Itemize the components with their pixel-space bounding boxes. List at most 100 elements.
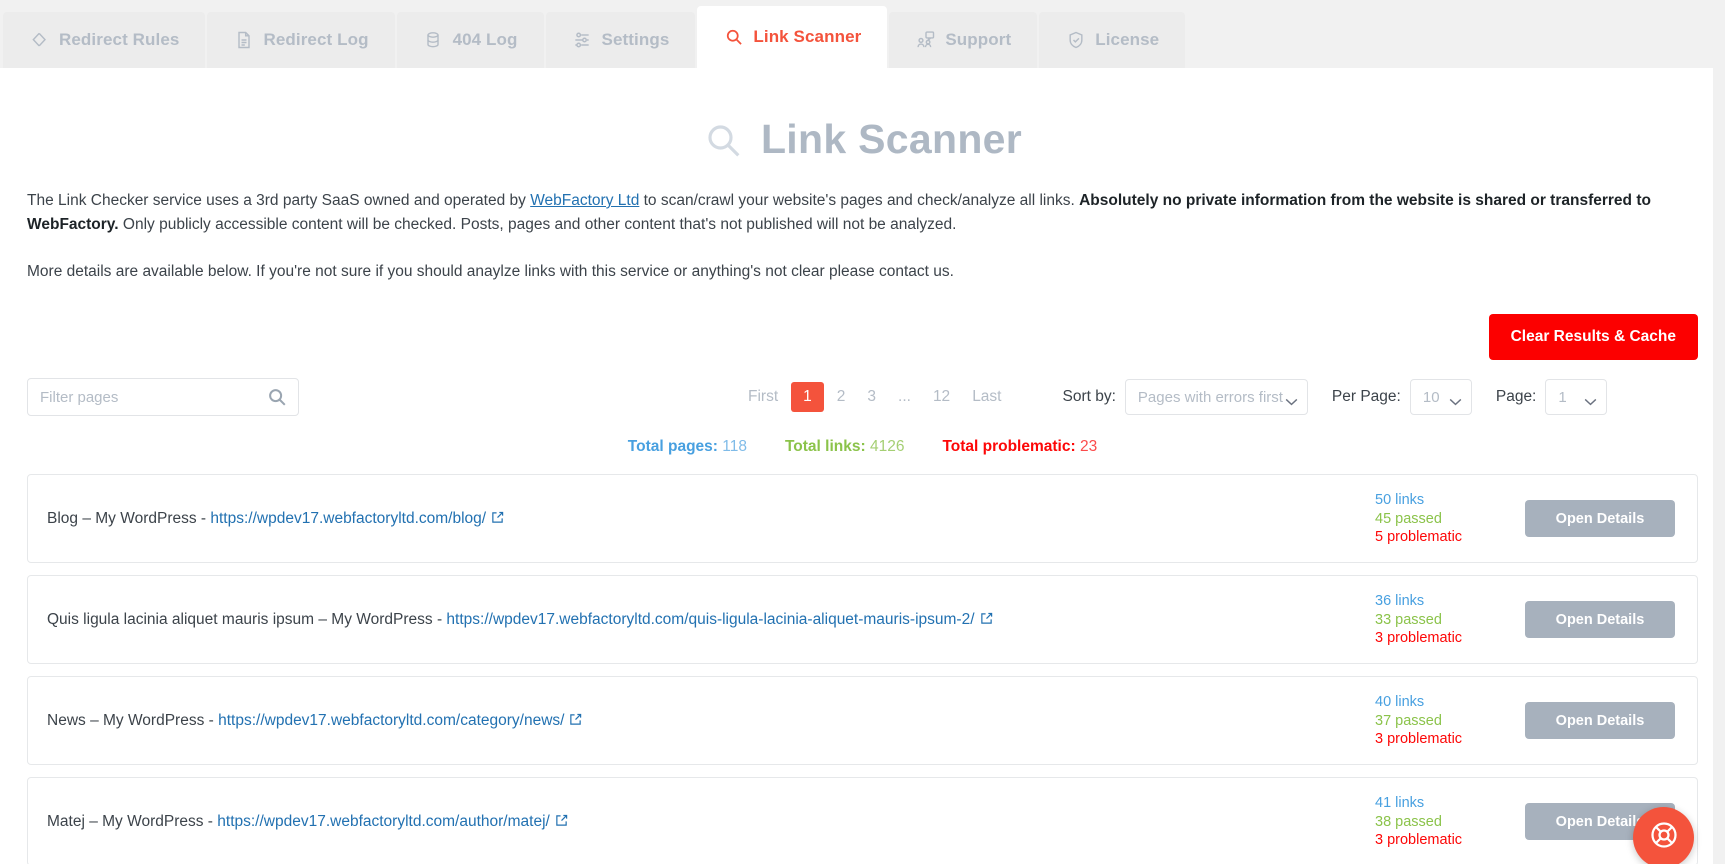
- main-tab-bar: Redirect Rules Redirect Log 404 Log: [0, 0, 1725, 68]
- pagination-page-3[interactable]: 3: [858, 383, 885, 411]
- database-icon: [423, 30, 444, 51]
- totals-summary: Total pages: 118 Total links: 4126 Total…: [0, 416, 1725, 474]
- sort-by-select[interactable]: Pages with errors first: [1125, 379, 1308, 415]
- result-problematic-count: 3 problematic: [1375, 831, 1525, 849]
- per-page-group: Per Page: 10: [1332, 379, 1472, 415]
- pagination-page-12[interactable]: 12: [924, 383, 959, 411]
- total-links-value: 4126: [870, 438, 904, 455]
- tab-label: Settings: [602, 30, 670, 50]
- tab-label: Redirect Log: [263, 30, 368, 50]
- clear-results-cache-button[interactable]: Clear Results & Cache: [1489, 314, 1698, 360]
- filter-pages-input[interactable]: [27, 378, 299, 416]
- intro-p1-b: to scan/crawl your website's pages and c…: [639, 192, 1079, 209]
- per-page-select[interactable]: 10: [1410, 379, 1472, 415]
- pagination-last[interactable]: Last: [963, 383, 1010, 411]
- result-url-link[interactable]: https://wpdev17.webfactoryltd.com/catego…: [218, 712, 564, 729]
- total-links-label: Total links:: [785, 438, 866, 455]
- result-page-name: Matej – My WordPress -: [47, 813, 217, 830]
- pagination-first[interactable]: First: [739, 383, 787, 411]
- intro-p1-a: The Link Checker service uses a 3rd part…: [27, 192, 530, 209]
- result-links-count: 41 links: [1375, 794, 1525, 812]
- total-problematic-value: 23: [1080, 438, 1097, 455]
- intro-text-block: The Link Checker service uses a 3rd part…: [0, 189, 1700, 284]
- page-select[interactable]: 1: [1545, 379, 1607, 415]
- tab-label: 404 Log: [453, 30, 518, 50]
- magnifier-icon: [703, 120, 743, 160]
- pagination-page-1[interactable]: 1: [791, 382, 824, 412]
- result-stats: 36 links 33 passed 3 problematic: [1375, 592, 1525, 647]
- result-links-count: 36 links: [1375, 592, 1525, 610]
- result-title: Blog – My WordPress - https://wpdev17.we…: [47, 510, 1375, 528]
- shield-check-icon: [1065, 30, 1086, 51]
- result-url-link[interactable]: https://wpdev17.webfactoryltd.com/author…: [217, 813, 550, 830]
- pagination: First 1 2 3 ... 12 Last: [739, 382, 1011, 412]
- total-problematic: Total problematic: 23: [942, 438, 1097, 456]
- tab-label: License: [1095, 30, 1159, 50]
- filter-pages-wrapper: [27, 378, 299, 416]
- result-links-count: 40 links: [1375, 693, 1525, 711]
- search-icon[interactable]: [266, 386, 288, 408]
- result-passed-count: 38 passed: [1375, 813, 1525, 831]
- pagination-page-2[interactable]: 2: [828, 383, 855, 411]
- result-problematic-count: 3 problematic: [1375, 629, 1525, 647]
- page-title-text: Link Scanner: [761, 116, 1022, 163]
- redirect-arrow-icon: [29, 30, 50, 51]
- table-row: Matej – My WordPress - https://wpdev17.w…: [27, 777, 1698, 864]
- sort-by-group: Sort by: Pages with errors first: [1063, 379, 1308, 415]
- result-title: Matej – My WordPress - https://wpdev17.w…: [47, 813, 1375, 831]
- external-link-icon[interactable]: [980, 612, 993, 625]
- total-links: Total links: 4126: [785, 438, 904, 456]
- sliders-icon: [572, 30, 593, 51]
- tab-label: Redirect Rules: [59, 30, 179, 50]
- tab-license[interactable]: License: [1039, 12, 1185, 68]
- result-page-name: Blog – My WordPress -: [47, 510, 210, 527]
- external-link-icon[interactable]: [555, 814, 568, 827]
- external-link-icon[interactable]: [491, 511, 504, 524]
- sort-by-value: Pages with errors first: [1138, 389, 1283, 406]
- tab-link-scanner[interactable]: Link Scanner: [697, 6, 887, 68]
- total-pages: Total pages: 118: [628, 438, 747, 456]
- tab-redirect-rules[interactable]: Redirect Rules: [3, 12, 205, 68]
- lifebuoy-icon: [1649, 820, 1679, 855]
- chevron-down-icon: [1285, 393, 1298, 401]
- table-row: News – My WordPress - https://wpdev17.we…: [27, 676, 1698, 765]
- right-gutter: [1713, 68, 1725, 864]
- open-details-button[interactable]: Open Details: [1525, 601, 1675, 638]
- result-problematic-count: 3 problematic: [1375, 730, 1525, 748]
- results-list: Blog – My WordPress - https://wpdev17.we…: [0, 474, 1725, 864]
- tab-settings[interactable]: Settings: [546, 12, 696, 68]
- result-title: News – My WordPress - https://wpdev17.we…: [47, 712, 1375, 730]
- intro-paragraph-2: More details are available below. If you…: [27, 260, 1673, 284]
- chevron-down-icon: [1584, 393, 1597, 401]
- open-details-button[interactable]: Open Details: [1525, 500, 1675, 537]
- table-row: Blog – My WordPress - https://wpdev17.we…: [27, 474, 1698, 563]
- open-details-button[interactable]: Open Details: [1525, 702, 1675, 739]
- sort-by-label: Sort by:: [1063, 388, 1116, 406]
- tab-label: Link Scanner: [753, 27, 861, 47]
- result-url-link[interactable]: https://wpdev17.webfactoryltd.com/blog/: [210, 510, 486, 527]
- document-icon: [233, 30, 254, 51]
- page-title: Link Scanner: [0, 68, 1725, 189]
- tab-label: Support: [945, 30, 1011, 50]
- page-select-group: Page: 1: [1496, 379, 1608, 415]
- controls-bar: First 1 2 3 ... 12 Last Sort by: Pages w…: [0, 360, 1725, 416]
- result-problematic-count: 5 problematic: [1375, 528, 1525, 546]
- intro-paragraph-1: The Link Checker service uses a 3rd part…: [27, 189, 1673, 238]
- result-stats: 50 links 45 passed 5 problematic: [1375, 491, 1525, 546]
- tab-404-log[interactable]: 404 Log: [397, 12, 544, 68]
- webfactory-link[interactable]: WebFactory Ltd: [530, 192, 639, 209]
- result-page-name: Quis ligula lacinia aliquet mauris ipsum…: [47, 611, 446, 628]
- result-url-link[interactable]: https://wpdev17.webfactoryltd.com/quis-l…: [446, 611, 974, 628]
- result-links-count: 50 links: [1375, 491, 1525, 509]
- chevron-down-icon: [1449, 393, 1462, 401]
- tab-redirect-log[interactable]: Redirect Log: [207, 12, 394, 68]
- result-title: Quis ligula lacinia aliquet mauris ipsum…: [47, 611, 1375, 629]
- result-stats: 40 links 37 passed 3 problematic: [1375, 693, 1525, 748]
- support-button[interactable]: [1633, 807, 1694, 864]
- tab-support[interactable]: Support: [889, 12, 1037, 68]
- per-page-label: Per Page:: [1332, 388, 1401, 406]
- total-pages-label: Total pages:: [628, 438, 718, 455]
- people-chat-icon: [915, 30, 936, 51]
- table-row: Quis ligula lacinia aliquet mauris ipsum…: [27, 575, 1698, 664]
- external-link-icon[interactable]: [569, 713, 582, 726]
